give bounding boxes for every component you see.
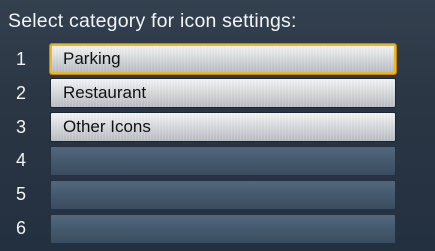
menu-item-empty-5[interactable] [50, 180, 396, 210]
page-title: Select category for icon settings: [8, 10, 297, 32]
row-number-1: 1 [16, 49, 27, 69]
icon-settings-screen: Select category for icon settings: 1 Par… [0, 0, 435, 251]
menu-item-other-icons[interactable]: Other Icons [50, 112, 396, 142]
row-number-2: 2 [16, 83, 27, 103]
row-number-3: 3 [16, 117, 27, 137]
row-number-4: 4 [16, 150, 27, 170]
menu-item-restaurant[interactable]: Restaurant [50, 78, 396, 108]
menu-item-empty-4[interactable] [50, 146, 396, 176]
menu-item-parking[interactable]: Parking [50, 44, 396, 74]
row-number-5: 5 [16, 184, 27, 204]
menu-item-empty-6[interactable] [50, 214, 396, 244]
row-number-6: 6 [16, 218, 27, 238]
